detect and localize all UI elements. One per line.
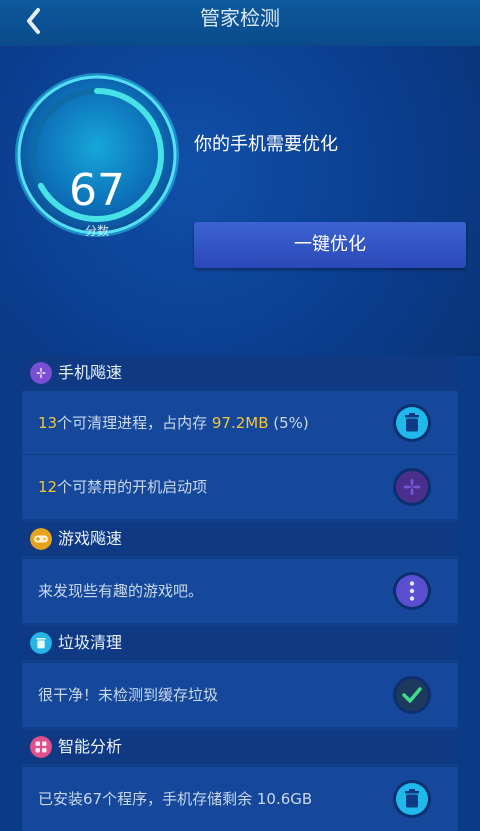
- section-speed-header: 手机飚速: [22, 356, 458, 390]
- section-analysis-title: 智能分析: [58, 737, 123, 756]
- fan-icon[interactable]: [392, 467, 432, 507]
- memory-value: 97.2MB: [211, 414, 269, 432]
- analysis-row[interactable]: 已安装67个程序，手机存储剩余 10.6GB: [22, 766, 458, 831]
- section-junk-header: 垃圾清理: [22, 626, 458, 660]
- junk-row[interactable]: 很干净！未检测到缓存垃圾: [22, 662, 458, 727]
- grid-icon: [30, 736, 52, 758]
- process-text: 13个可清理进程，占内存 97.2MB (5%): [38, 391, 309, 455]
- score-value: 67: [69, 165, 125, 216]
- startup-row[interactable]: 12个可禁用的开机启动项: [22, 454, 458, 519]
- top-bar: 管家检测: [0, 0, 480, 46]
- section-analysis-header: 智能分析: [22, 730, 458, 764]
- more-icon[interactable]: [392, 571, 432, 611]
- fan-icon: [30, 362, 52, 384]
- startup-label: 个可禁用的开机启动项: [57, 478, 208, 496]
- process-count: 13: [38, 414, 58, 432]
- results-panel: 手机飚速 13个可清理进程，占内存 97.2MB (5%) 12个可禁用的开机启…: [22, 356, 458, 831]
- section-game-header: 游戏飚速: [22, 522, 458, 556]
- score-label: 分数: [84, 224, 109, 238]
- memory-percent: (5%): [268, 414, 309, 432]
- game-row[interactable]: 来发现些有趣的游戏吧。: [22, 558, 458, 623]
- startup-count: 12: [38, 478, 58, 496]
- page-title: 管家检测: [200, 6, 280, 30]
- status-hint: 你的手机需要优化: [194, 134, 338, 155]
- junk-text: 很干净！未检测到缓存垃圾: [38, 686, 219, 704]
- startup-text: 12个可禁用的开机启动项: [38, 455, 207, 519]
- process-label: 个可清理进程，占内存: [57, 414, 212, 432]
- analysis-text: 已安装67个程序，手机存储剩余 10.6GB: [38, 790, 313, 808]
- section-speed-title: 手机飚速: [58, 363, 123, 382]
- section-game-title: 游戏飚速: [58, 529, 123, 548]
- process-row[interactable]: 13个可清理进程，占内存 97.2MB (5%): [22, 390, 458, 455]
- trash-icon[interactable]: [392, 403, 432, 443]
- gamepad-icon: [30, 528, 52, 550]
- game-text: 来发现些有趣的游戏吧。: [38, 582, 204, 600]
- check-icon[interactable]: [392, 675, 432, 715]
- optimize-button[interactable]: 一键优化: [194, 222, 466, 268]
- trash-icon: [30, 632, 52, 654]
- section-junk-title: 垃圾清理: [58, 633, 123, 652]
- trash-icon[interactable]: [392, 779, 432, 819]
